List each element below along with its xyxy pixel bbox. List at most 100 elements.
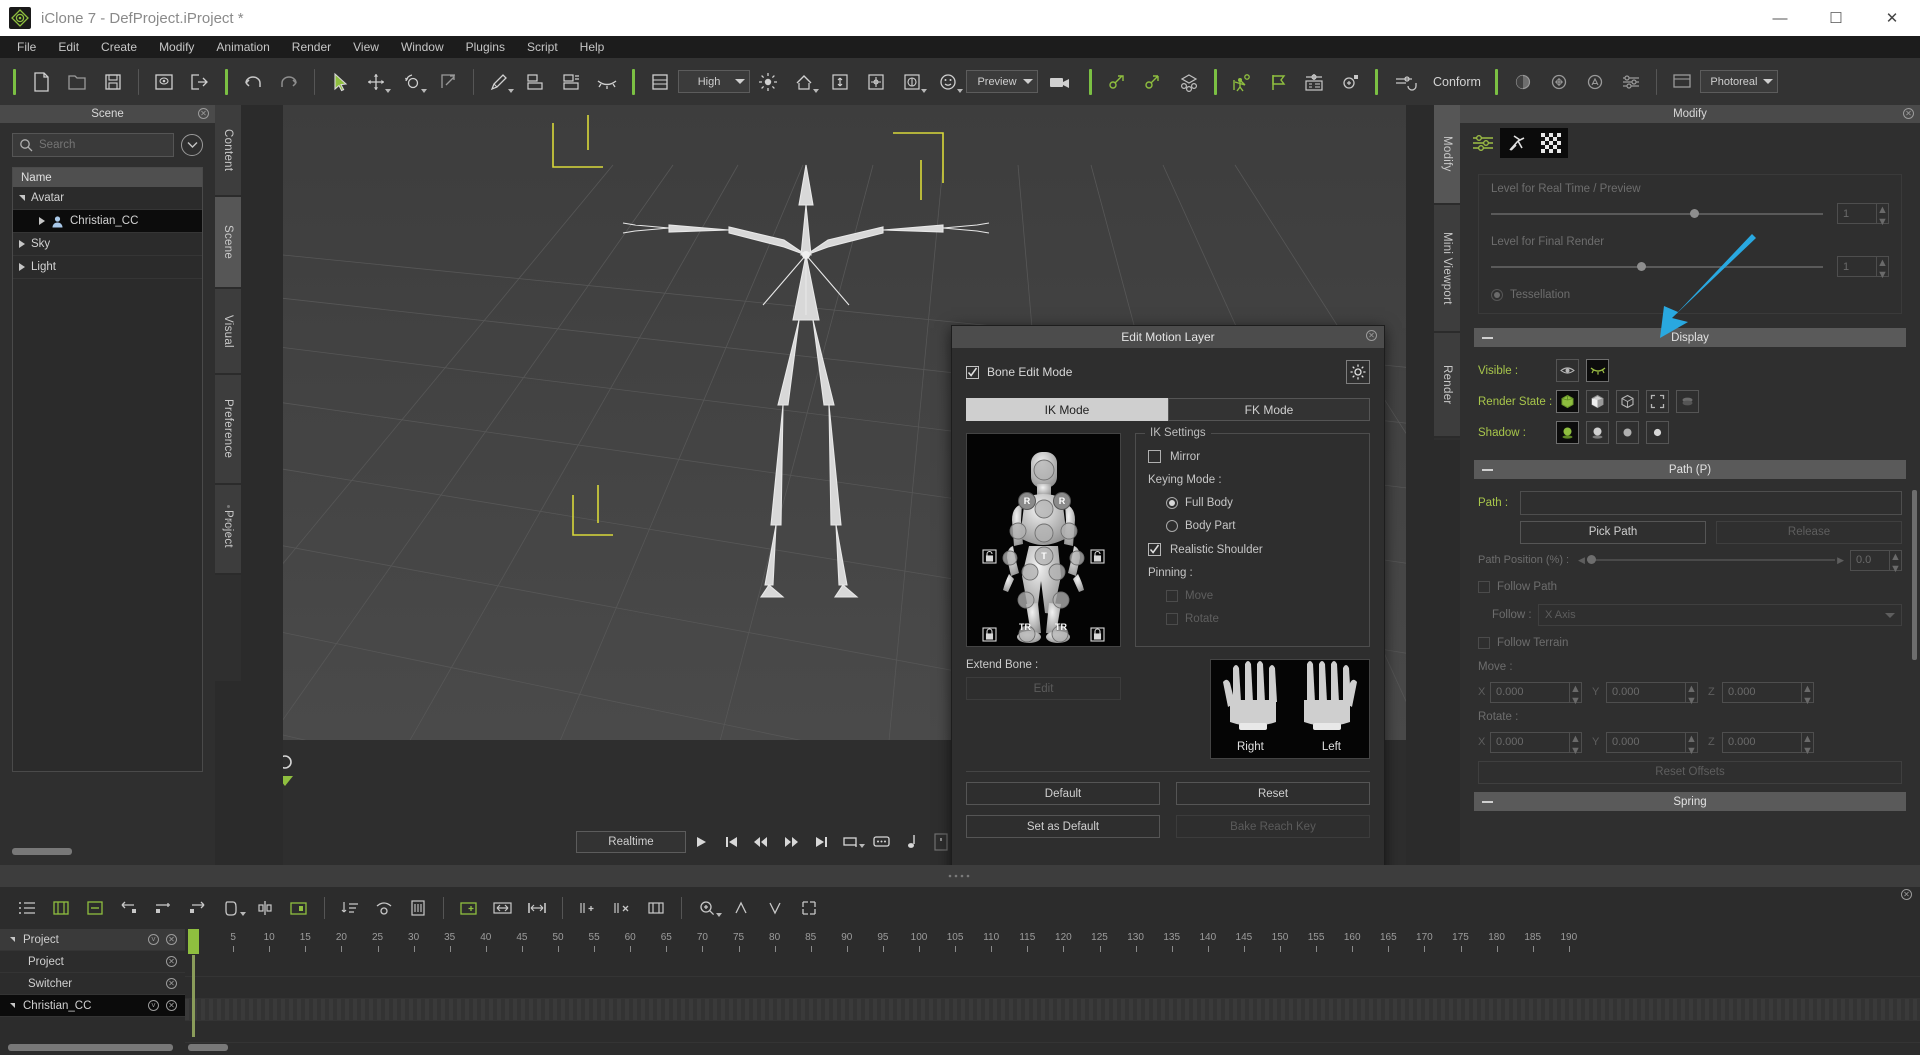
chevron-down-icon[interactable]: [957, 88, 963, 93]
solid-green-cube-icon[interactable]: [1556, 390, 1579, 413]
panel-resize-handle[interactable]: [215, 490, 241, 550]
settings-icon[interactable]: [1613, 65, 1649, 99]
pivot-icon[interactable]: [858, 65, 894, 99]
follow-path-row[interactable]: Follow Path: [1478, 574, 1902, 600]
shadow-off-icon[interactable]: [1646, 421, 1669, 444]
rotate-x-input[interactable]: 0.000 ▲ ▼: [1490, 731, 1582, 757]
audio-note-icon[interactable]: [896, 829, 926, 855]
close-button[interactable]: ✕: [1864, 0, 1920, 36]
sidebar-tab-preference[interactable]: Preference: [215, 375, 241, 485]
play-icon[interactable]: [686, 829, 716, 855]
checker-icon[interactable]: [1534, 128, 1568, 158]
fit-icon[interactable]: [792, 893, 826, 923]
speech-icon[interactable]: [866, 829, 896, 855]
transparent-cube-icon[interactable]: [1676, 390, 1699, 413]
chevron-down-icon[interactable]: [240, 912, 246, 916]
chevron-right-icon[interactable]: [19, 240, 25, 248]
spinner-icon[interactable]: ▲ ▼: [1569, 732, 1581, 757]
follow-axis-dropdown[interactable]: X Axis: [1538, 604, 1902, 626]
menu-item-script[interactable]: Script: [516, 38, 569, 56]
eye-hidden-icon[interactable]: [1586, 359, 1609, 382]
tree-item-christian-cc[interactable]: Christian_CC: [13, 210, 202, 233]
tree-item-light[interactable]: Light: [13, 256, 202, 279]
face-icon[interactable]: [930, 65, 966, 99]
fast-forward-icon[interactable]: [776, 829, 806, 855]
prop-icon[interactable]: [1171, 65, 1207, 99]
menu-item-file[interactable]: File: [6, 38, 47, 56]
timeline-track-group-project[interactable]: Project ˅ ✕: [0, 929, 185, 951]
track-list-icon[interactable]: [10, 893, 44, 923]
select-tool-icon[interactable]: [322, 65, 358, 99]
spinner-icon[interactable]: ▲ ▼: [1889, 550, 1901, 575]
timeline-tracks[interactable]: [185, 955, 1920, 1043]
redo-icon[interactable]: [271, 65, 307, 99]
motion-layer-icon[interactable]: [401, 893, 435, 923]
spinner-icon[interactable]: ▲ ▼: [1569, 682, 1581, 707]
wireframe-cube-icon[interactable]: [1616, 390, 1639, 413]
preview-dropdown[interactable]: Preview: [966, 70, 1038, 93]
move-y-input[interactable]: 0.000 ▲ ▼: [1606, 681, 1698, 707]
path-position-value[interactable]: 0.0 ▲ ▼: [1850, 549, 1902, 575]
timeline-names-scrollbar[interactable]: [8, 1044, 173, 1051]
chevron-down-icon[interactable]: [859, 844, 865, 848]
sort-keys-icon[interactable]: [333, 893, 367, 923]
tab-ik-mode[interactable]: IK Mode: [966, 398, 1168, 421]
tree-item-avatar[interactable]: Avatar: [13, 187, 202, 210]
edit-motion-layer-dialog[interactable]: Edit Motion Layer ✕ Bone Edit Mode IK Mo…: [951, 325, 1385, 933]
shadow-faint-icon[interactable]: [1616, 421, 1639, 444]
collapse-icon[interactable]: [1482, 800, 1493, 803]
chevron-down-icon[interactable]: [421, 88, 427, 93]
close-icon[interactable]: ✕: [166, 978, 177, 989]
zoom-out-icon[interactable]: [758, 893, 792, 923]
search-input[interactable]: [39, 139, 173, 151]
material-icon[interactable]: [1505, 65, 1541, 99]
rotate-tool-icon[interactable]: [394, 65, 430, 99]
conform-icon[interactable]: [1385, 65, 1429, 99]
snap-icon[interactable]: [520, 893, 554, 923]
follow-path-checkbox[interactable]: [1478, 581, 1490, 593]
close-icon[interactable]: ✕: [166, 956, 177, 967]
adjust-sliders-icon[interactable]: [1466, 128, 1500, 158]
hide-icon[interactable]: [589, 65, 625, 99]
flag-icon[interactable]: [1260, 65, 1296, 99]
menu-item-plugins[interactable]: Plugins: [455, 38, 516, 56]
spinner-icon[interactable]: ▲ ▼: [1876, 257, 1888, 281]
lod-realtime-value[interactable]: 1 ▲ ▼: [1837, 203, 1889, 228]
chevron-right-icon[interactable]: [39, 217, 45, 225]
keying-option-body-part[interactable]: Body Part: [1166, 520, 1357, 532]
home-icon[interactable]: [786, 65, 822, 99]
set-as-default-button[interactable]: Set as Default: [966, 815, 1160, 838]
menu-item-window[interactable]: Window: [390, 38, 455, 56]
loop-icon[interactable]: [836, 829, 866, 855]
default-button[interactable]: Default: [966, 782, 1160, 805]
effect-icon[interactable]: [1577, 65, 1613, 99]
atom-icon[interactable]: [1099, 65, 1135, 99]
tab-fk-mode[interactable]: FK Mode: [1168, 398, 1370, 421]
rewind-icon[interactable]: [746, 829, 776, 855]
bone-edit-mode-checkbox[interactable]: [966, 365, 979, 379]
eye-visible-icon[interactable]: [1556, 359, 1579, 382]
realtime-mode-button[interactable]: Realtime: [576, 831, 686, 853]
menu-item-modify[interactable]: Modify: [148, 38, 205, 56]
add-key-icon[interactable]: [1332, 65, 1368, 99]
quality-icon[interactable]: [642, 65, 678, 99]
chevron-down-icon[interactable]: [10, 1003, 15, 1008]
close-icon[interactable]: ✕: [198, 108, 209, 119]
menu-item-edit[interactable]: Edit: [47, 38, 90, 56]
delete-icon[interactable]: [605, 893, 639, 923]
timeline-key-icon[interactable]: [1296, 65, 1332, 99]
move-right-icon[interactable]: [180, 893, 214, 923]
quality-dropdown[interactable]: High: [678, 70, 750, 93]
insert-icon[interactable]: [571, 893, 605, 923]
open-project-icon[interactable]: [59, 65, 95, 99]
panel-tab-mini-viewport[interactable]: Mini Viewport: [1434, 205, 1460, 333]
sidebar-tab-scene[interactable]: Scene: [215, 197, 241, 289]
transition-icon[interactable]: [282, 893, 316, 923]
chevron-down-circle-icon[interactable]: ˅: [148, 1000, 159, 1011]
chevron-down-icon[interactable]: [10, 937, 15, 942]
chevron-down-icon[interactable]: [385, 88, 391, 93]
undo-icon[interactable]: [235, 65, 271, 99]
timeline-ruler[interactable]: 5 10 15 20 25 30 35 40 45 50 55 60 65 70 75 80 85 90 95 100…: [185, 929, 1920, 955]
modify-panel-scrollbar[interactable]: [1912, 490, 1917, 660]
keying-option-full-body[interactable]: Full Body: [1166, 497, 1357, 509]
